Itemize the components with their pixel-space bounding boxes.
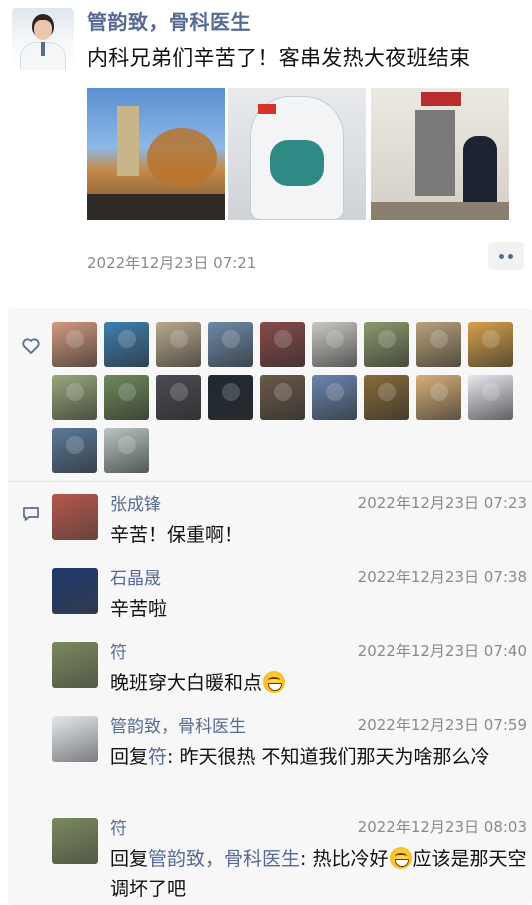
post-author-name[interactable]: 管韵致，骨科医生	[87, 6, 251, 35]
photo-grid	[87, 88, 509, 220]
fever-clinic-door-photo[interactable]	[371, 88, 509, 220]
reply-prefix: 回复	[110, 848, 149, 870]
commenter-name[interactable]: 张成锋	[110, 490, 161, 515]
comment-text-body: 晚班穿大白暖和点	[110, 672, 263, 694]
commenter-name[interactable]: 管韵致，骨科医生	[110, 712, 246, 737]
woman-avatar[interactable]	[52, 375, 97, 420]
street-trees-photo[interactable]	[87, 88, 225, 220]
comment-icon	[23, 507, 39, 521]
cat-avatar[interactable]	[156, 322, 201, 367]
comment-time: 2022年12月23日 07:59	[357, 716, 527, 734]
comment-text: 回复管韵致，骨科医生: 热比冷好 应该是那天空调坏了吧	[110, 844, 527, 904]
reply-prefix: 回复	[110, 746, 149, 768]
reply-to-name[interactable]: 管韵致，骨科医生	[148, 848, 300, 870]
plant-avatar[interactable]	[104, 428, 149, 473]
figure-avatar[interactable]	[312, 322, 357, 367]
commenter-name[interactable]: 石晶晟	[110, 564, 161, 589]
feedback-panel: 张成锋 2022年12月23日 07:23 辛苦！保重啊！ 石晶晟 2022年1…	[8, 308, 532, 905]
heart-icon	[22, 338, 40, 354]
commenter-name[interactable]: 符	[110, 814, 127, 839]
anime-avatar[interactable]	[260, 322, 305, 367]
cat-face-avatar[interactable]	[468, 322, 513, 367]
comment-time: 2022年12月23日 08:03	[357, 818, 527, 836]
comment-text: 回复符: 昨天很热 不知道我们那天为啥那么冷	[110, 742, 527, 772]
comment-time: 2022年12月23日 07:38	[357, 568, 527, 586]
comment-text-body: 热比冷好	[312, 848, 389, 870]
laugh-emoji-icon	[389, 847, 412, 869]
comment-text-body: 昨天很热 不知道我们那天为啥那么冷	[179, 746, 490, 768]
protective-suit-selfie-photo[interactable]	[228, 88, 366, 220]
nature-avatar[interactable]	[52, 818, 98, 864]
comment-text: 辛苦啦	[110, 598, 168, 620]
pill-avatar[interactable]	[208, 375, 253, 420]
post-timestamp: 2022年12月23日 07:21	[87, 254, 257, 272]
comment-time: 2022年12月23日 07:40	[357, 642, 527, 660]
university-seal-avatar[interactable]	[52, 568, 98, 614]
globe-avatar[interactable]	[52, 428, 97, 473]
building-avatar[interactable]	[416, 322, 461, 367]
grin-emoji-icon	[263, 671, 286, 693]
comment-text: 晚班穿大白暖和点	[110, 668, 527, 698]
couple-avatar[interactable]	[156, 375, 201, 420]
commenter-name[interactable]: 符	[110, 638, 127, 663]
silhouette-avatar[interactable]	[104, 322, 149, 367]
reply-separator: :	[167, 746, 180, 768]
path-avatar[interactable]	[104, 375, 149, 420]
owl-avatar[interactable]	[260, 375, 305, 420]
reply-separator: :	[300, 848, 313, 870]
comment-text: 辛苦！保重啊！	[110, 524, 244, 546]
blossom-avatar[interactable]	[52, 494, 98, 540]
post-text: 内科兄弟们辛苦了！客串发热大夜班结束	[87, 46, 471, 70]
mountain-avatar[interactable]	[312, 375, 357, 420]
reply-to-name[interactable]: 符	[148, 746, 167, 768]
nature-avatar[interactable]	[52, 642, 98, 688]
dog-avatar[interactable]	[416, 375, 461, 420]
divider	[8, 481, 532, 482]
doctor-avatar[interactable]	[52, 716, 98, 762]
more-dots-icon[interactable]	[488, 242, 524, 270]
author-avatar[interactable]	[12, 8, 74, 70]
sunset-avatar[interactable]	[52, 322, 97, 367]
comment-time: 2022年12月23日 07:23	[357, 494, 527, 512]
masked-man-avatar[interactable]	[468, 375, 513, 420]
likes-avatar-grid	[52, 322, 532, 473]
child-avatar[interactable]	[208, 322, 253, 367]
field-avatar[interactable]	[364, 375, 409, 420]
landscape-avatar[interactable]	[364, 322, 409, 367]
